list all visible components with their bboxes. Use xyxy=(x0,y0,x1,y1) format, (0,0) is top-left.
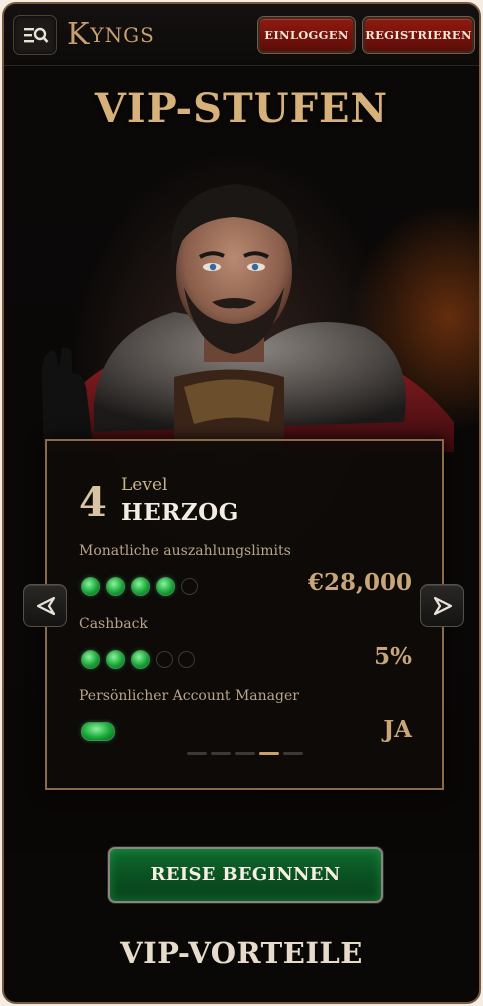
carousel-prev-button[interactable] xyxy=(23,584,67,627)
vip-level-card: 4 Level HERZOG Monatliche auszahlungslim… xyxy=(45,439,444,790)
withdrawal-limit-value: €28,000 xyxy=(307,569,412,596)
chevron-left-icon xyxy=(36,596,56,616)
page-title: VIP-STUFEN xyxy=(94,85,389,132)
gem-filled xyxy=(106,577,125,596)
gem-empty xyxy=(178,651,195,668)
login-button[interactable]: EINLOGGEN xyxy=(258,17,355,53)
cashback-value: 5% xyxy=(374,643,412,670)
carousel-dot[interactable] xyxy=(235,752,255,755)
royal-man-portrait xyxy=(41,184,454,452)
cashback-label: Cashback xyxy=(79,616,148,632)
register-button[interactable]: REGISTRIEREN xyxy=(363,17,474,53)
app-frame: KYNGS EINLOGGEN REGISTRIEREN VIP-STUFEN xyxy=(2,2,481,1004)
account-manager-value: JA xyxy=(383,716,412,743)
carousel-dot-active[interactable] xyxy=(259,752,279,755)
account-manager-label: Persönlicher Account Manager xyxy=(79,688,299,704)
gem-filled xyxy=(106,650,125,669)
carousel-dot[interactable] xyxy=(211,752,231,755)
gem-filled xyxy=(81,650,100,669)
top-header: KYNGS EINLOGGEN REGISTRIEREN xyxy=(4,4,479,66)
start-journey-button[interactable]: REISE BEGINNEN xyxy=(108,847,383,903)
gem-empty xyxy=(181,578,198,595)
gem-empty xyxy=(156,651,173,668)
menu-button[interactable] xyxy=(13,15,57,55)
menu-search-icon xyxy=(24,27,49,43)
carousel-dot[interactable] xyxy=(187,752,207,755)
gem-filled xyxy=(81,577,100,596)
level-name: HERZOG xyxy=(121,499,239,526)
vip-benefits-heading: VIP-VORTEILE xyxy=(120,936,363,970)
brand-logo[interactable]: KYNGS xyxy=(67,18,155,52)
gem-filled xyxy=(81,722,115,741)
vip-hero: VIP-STUFEN 4 Level HERZOG Monatliche aus… xyxy=(4,67,479,852)
level-label: Level xyxy=(121,475,168,495)
gem-filled xyxy=(131,577,150,596)
carousel-next-button[interactable] xyxy=(420,584,464,627)
chevron-right-icon xyxy=(433,596,453,616)
level-number: 4 xyxy=(79,479,107,526)
carousel-dot[interactable] xyxy=(283,752,303,755)
withdrawal-limit-label: Monatliche auszahlungslimits xyxy=(79,543,291,559)
gem-filled xyxy=(131,650,150,669)
gem-filled xyxy=(156,577,175,596)
